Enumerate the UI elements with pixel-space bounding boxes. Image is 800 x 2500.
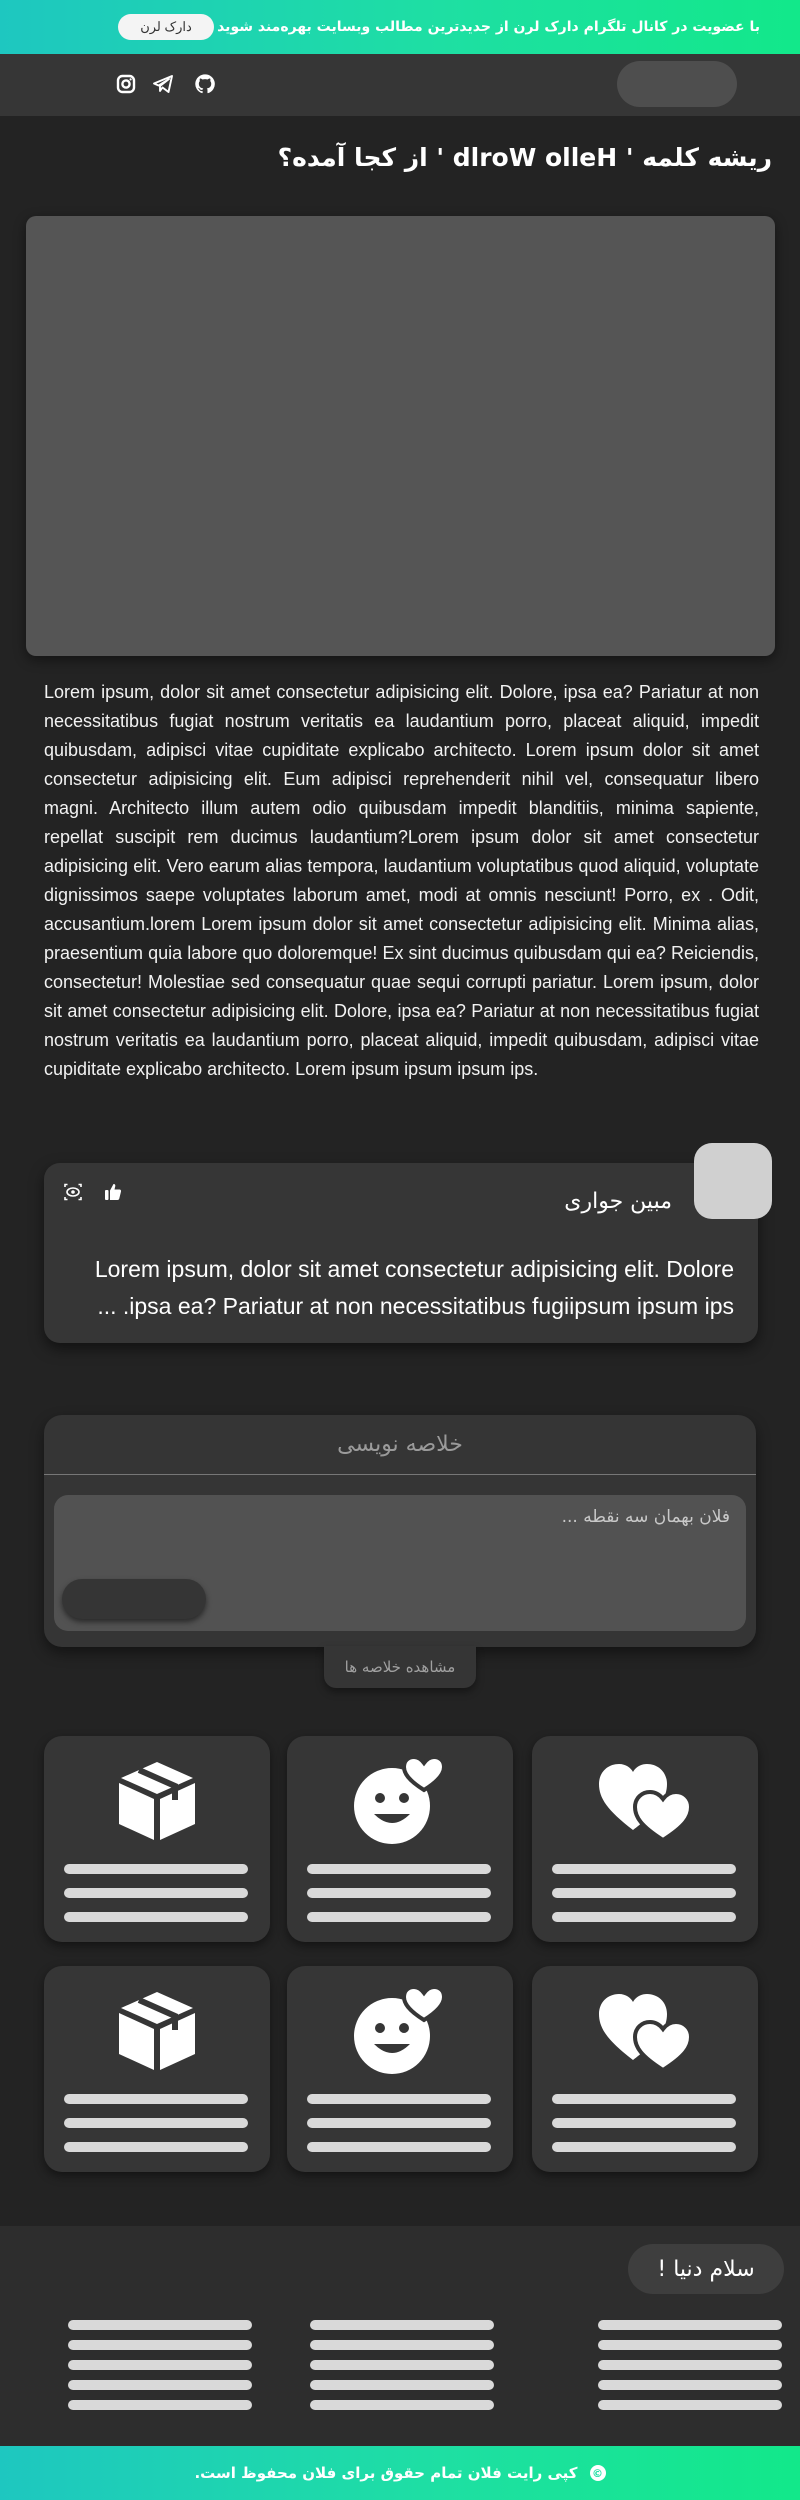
summary-submit-button[interactable] <box>62 1579 206 1619</box>
like-icon[interactable] <box>102 1181 124 1203</box>
feature-card[interactable] <box>287 1736 513 1942</box>
copyright-text: کپی رایت فلان تمام حقوق برای فلان محفوظ … <box>194 2464 578 2482</box>
page-title: ریشه کلمه ' dlroW olleH ' از کجا آمده؟ <box>277 143 772 172</box>
smiley-heart-icon <box>287 1984 513 2076</box>
copyright-bar: © کپی رایت فلان تمام حقوق برای فلان محفو… <box>0 2446 800 2500</box>
instagram-icon[interactable] <box>114 72 138 96</box>
footer-greeting: سلام دنیا ! <box>628 2244 784 2294</box>
feature-card[interactable] <box>44 1736 270 1942</box>
summary-heading: خلاصه نویسی <box>44 1415 756 1475</box>
article-body: Lorem ipsum, dolor sit amet consectetur … <box>44 682 759 1079</box>
summary-panel: خلاصه نویسی فلان بهمان سه نقطه ... <box>44 1415 756 1647</box>
telegram-icon[interactable] <box>151 72 175 96</box>
promo-text: با عضویت در کانال تلگرام دارک لرن از جدی… <box>217 19 760 35</box>
navbar <box>0 54 800 116</box>
eye-icon[interactable] <box>62 1181 84 1203</box>
summary-input[interactable]: فلان بهمان سه نقطه ... <box>54 1495 746 1631</box>
smiley-heart-icon <box>287 1754 513 1846</box>
promo-bar: با عضویت در کانال تلگرام دارک لرن از جدی… <box>0 0 800 54</box>
copyright-icon: © <box>589 2465 606 2481</box>
hero-image <box>26 216 775 656</box>
feature-card[interactable] <box>287 1966 513 2172</box>
avatar <box>694 1143 772 1219</box>
footer: سلام دنیا ! <box>0 2226 800 2446</box>
join-channel-button[interactable]: دارک لرن <box>118 14 214 40</box>
nav-menu-pill[interactable] <box>617 61 737 107</box>
hearts-icon <box>532 1754 758 1846</box>
comment-card: مبین جواری Lorem ipsum, dolor sit amet c… <box>44 1163 758 1343</box>
hearts-icon <box>532 1984 758 2076</box>
comment-text: Lorem ipsum, dolor sit amet consectetur … <box>94 1256 734 1319</box>
feature-card[interactable] <box>532 1966 758 2172</box>
github-icon[interactable] <box>193 72 217 96</box>
comment-author: مبین جواری <box>564 1189 672 1214</box>
summary-placeholder: فلان بهمان سه نقطه ... <box>561 1507 730 1527</box>
view-summaries-button[interactable]: مشاهده خلاصه ها <box>324 1646 476 1688</box>
box-icon <box>44 1984 270 2076</box>
box-icon <box>44 1754 270 1846</box>
feature-card[interactable] <box>532 1736 758 1942</box>
feature-card[interactable] <box>44 1966 270 2172</box>
